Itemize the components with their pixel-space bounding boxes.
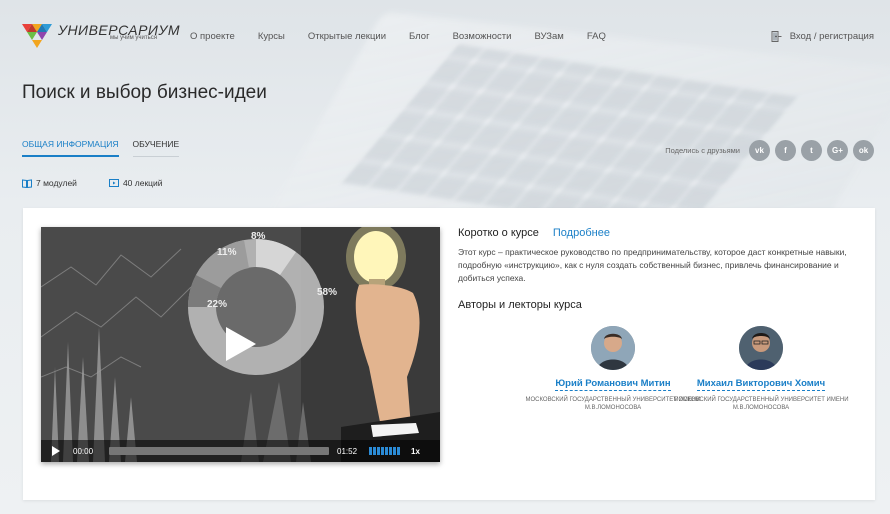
lectures-count: 40 лекций <box>108 178 163 188</box>
course-meta: 7 модулей 40 лекций <box>22 178 195 188</box>
course-about: Коротко о курсе Подробнее Этот курс – пр… <box>458 227 858 311</box>
volume-slider[interactable] <box>369 447 401 455</box>
logo-tagline: мы учим учиться <box>110 35 157 41</box>
lecturer-photo <box>739 326 783 370</box>
pie-label-8: 8% <box>251 231 266 242</box>
nav-item-opportunities[interactable]: Возможности <box>453 31 512 42</box>
lecturer-name[interactable]: Юрий Романович Митин <box>555 378 671 391</box>
login-label: Вход / регистрация <box>789 31 874 42</box>
video-controls: 00:00 01:52 1x <box>41 440 440 462</box>
odnoklassniki-icon[interactable]: ok <box>853 140 874 161</box>
lecturer-name[interactable]: Михаил Викторович Хомич <box>696 378 826 391</box>
share-bar: Поделись с друзьями vk f t G+ ok <box>665 140 874 161</box>
nav-item-blog[interactable]: Блог <box>409 31 430 42</box>
course-description: Этот курс – практическое руководство по … <box>458 247 847 283</box>
modules-label: 7 модулей <box>36 178 77 188</box>
about-title: Коротко о курсе <box>458 227 539 239</box>
logo[interactable]: УНИВЕРСАРИУМ мы учим учиться <box>22 20 180 54</box>
course-card: 8% 11% 22% 58% 00:00 01:52 1x Коротко о … <box>23 208 875 500</box>
page-title: Поиск и выбор бизнес-идеи <box>22 82 267 103</box>
nav-item-faq[interactable]: FAQ <box>587 31 606 42</box>
avatar[interactable] <box>739 326 783 370</box>
google-plus-icon[interactable]: G+ <box>827 140 848 161</box>
tab-learning[interactable]: Обучение <box>132 139 180 157</box>
authors-title: Авторы и лекторы курса <box>458 299 582 311</box>
video-duration: 01:52 <box>337 446 358 456</box>
nav-item-about[interactable]: О проекте <box>190 31 235 42</box>
video-player[interactable]: 8% 11% 22% 58% 00:00 01:52 1x <box>41 227 440 462</box>
lecturer-card: Михаил Викторович Хомич Московский госуд… <box>666 326 856 412</box>
course-tabs: Общая информация Обучение <box>22 139 193 157</box>
current-time: 00:00 <box>73 446 94 456</box>
more-link[interactable]: Подробнее <box>553 227 610 239</box>
facebook-icon[interactable]: f <box>775 140 796 161</box>
video-progress-bar[interactable] <box>109 447 329 455</box>
vk-icon[interactable]: vk <box>749 140 770 161</box>
avatar[interactable] <box>591 326 635 370</box>
main-nav: О проекте Курсы Открытые лекции Блог Воз… <box>190 31 629 42</box>
lectures-label: 40 лекций <box>122 178 163 188</box>
lecturer-org: Московский государственный университет и… <box>673 397 849 411</box>
nav-item-universities[interactable]: ВУЗам <box>534 31 563 42</box>
pie-label-22: 22% <box>207 299 227 310</box>
play-button-large[interactable] <box>226 327 256 361</box>
share-label: Поделись с друзьями <box>665 146 740 155</box>
lecturer-photo <box>591 326 635 370</box>
pie-label-11: 11% <box>217 247 237 258</box>
modules-count: 7 модулей <box>22 178 77 188</box>
pie-label-58: 58% <box>317 287 337 298</box>
logo-mark-icon <box>22 24 52 48</box>
about-header: Коротко о курсе Подробнее <box>458 227 858 239</box>
book-icon <box>22 178 32 188</box>
tab-general-info[interactable]: Общая информация <box>22 139 119 157</box>
twitter-icon[interactable]: t <box>801 140 822 161</box>
video-icon <box>108 178 119 187</box>
playback-speed-button[interactable]: 1x <box>411 447 420 456</box>
site-header: УНИВЕРСАРИУМ мы учим учиться О проекте К… <box>0 0 890 72</box>
nav-item-courses[interactable]: Курсы <box>258 31 285 42</box>
play-icon[interactable] <box>52 446 60 456</box>
door-icon <box>771 31 782 42</box>
nav-item-open-lectures[interactable]: Открытые лекции <box>308 31 386 42</box>
login-link[interactable]: Вход / регистрация <box>771 31 874 42</box>
